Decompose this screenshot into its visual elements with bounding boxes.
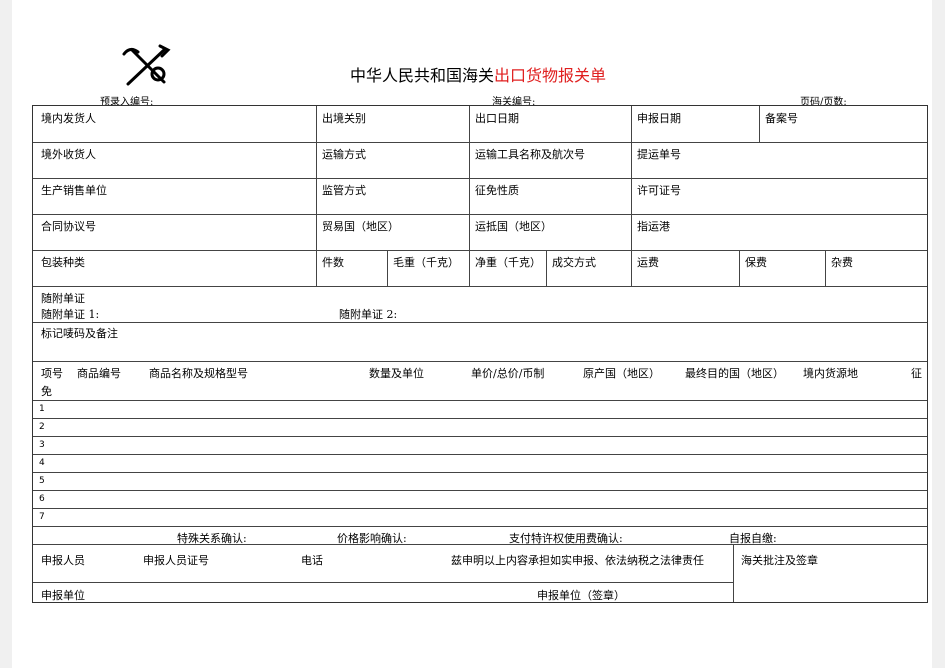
item-row-number: 1 <box>39 404 45 414</box>
overseas-consignee-label: 境外收货人 <box>41 148 96 161</box>
marks-remarks-label: 标记唛码及备注 <box>41 327 118 340</box>
attached-doc-2-label: 随附单证 2: <box>339 308 398 321</box>
attached-docs-label: 随附单证 <box>41 292 85 305</box>
domestic-source-header: 境内货源地 <box>803 367 858 380</box>
transport-vessel-label: 运输工具名称及航次号 <box>475 148 585 161</box>
item-row-number: 5 <box>39 476 45 486</box>
contract-number-label: 合同协议号 <box>41 220 96 233</box>
special-relation-label: 特殊关系确认: <box>177 532 247 545</box>
customs-emblem-icon <box>122 44 171 86</box>
package-type-label: 包装种类 <box>41 256 85 269</box>
attached-doc-1-label: 随附单证 1: <box>41 308 100 321</box>
declarant-label: 申报人员 <box>41 554 85 567</box>
title-main: 中华人民共和国海关 <box>350 66 495 85</box>
declaration-table: 境内发货人 出境关别 出口日期 申报日期 备案号 境外收货人 运输方式 运输工具… <box>32 105 928 603</box>
declaring-unit-label: 申报单位 <box>41 589 85 602</box>
net-weight-label: 净重（千克） <box>475 256 541 269</box>
quantity-unit-header: 数量及单位 <box>369 367 424 380</box>
destination-country-label: 运抵国（地区） <box>475 220 552 233</box>
license-number-label: 许可证号 <box>637 184 681 197</box>
form-title: 中华人民共和国海关出口货物报关单 <box>350 62 606 86</box>
gross-weight-label: 毛重（千克） <box>393 256 459 269</box>
origin-country-header: 原产国（地区） <box>583 367 660 380</box>
declarant-id-label: 申报人员证号 <box>143 554 209 567</box>
insurance-label: 保费 <box>745 256 767 269</box>
item-no-header: 项号 <box>41 367 63 380</box>
title-form-type: 出口货物报关单 <box>494 66 607 85</box>
destination-port-label: 指运港 <box>637 220 670 233</box>
trade-country-label: 贸易国（地区） <box>322 220 399 233</box>
goods-name-header: 商品名称及规格型号 <box>149 367 248 380</box>
self-declare-label: 自报自缴: <box>729 532 777 545</box>
declaring-unit-seal-label: 申报单位（签章） <box>537 589 625 602</box>
record-number-label: 备案号 <box>765 112 798 125</box>
royalty-payment-label: 支付特许权使用费确认: <box>509 532 623 545</box>
item-row-number: 6 <box>39 494 45 504</box>
phone-label: 电话 <box>301 554 323 567</box>
exempt-header: 免 <box>41 385 52 398</box>
liability-statement: 兹申明以上内容承担如实申报、依法纳税之法律责任 <box>451 554 704 567</box>
domestic-consignor-label: 境内发货人 <box>41 112 96 125</box>
export-date-label: 出口日期 <box>475 112 519 125</box>
item-row-number: 3 <box>39 440 45 450</box>
freight-label: 运费 <box>637 256 659 269</box>
item-row-number: 4 <box>39 458 45 468</box>
transaction-mode-label: 成交方式 <box>552 256 596 269</box>
levy-exemption-label: 征免性质 <box>475 184 519 197</box>
item-row-number: 2 <box>39 422 45 432</box>
exit-port-label: 出境关别 <box>322 112 366 125</box>
goods-code-header: 商品编号 <box>77 367 121 380</box>
item-row-number: 7 <box>39 512 45 522</box>
declaration-date-label: 申报日期 <box>637 112 681 125</box>
bill-of-lading-label: 提运单号 <box>637 148 681 161</box>
misc-charges-label: 杂费 <box>831 256 853 269</box>
transport-mode-label: 运输方式 <box>322 148 366 161</box>
final-destination-header: 最终目的国（地区） <box>685 367 784 380</box>
customs-endorsement-label: 海关批注及签章 <box>741 554 818 567</box>
pieces-label: 件数 <box>322 256 344 269</box>
levy-header: 征 <box>911 367 922 380</box>
price-currency-header: 单价/总价/币制 <box>471 367 545 380</box>
producer-seller-label: 生产销售单位 <box>41 184 107 197</box>
supervision-mode-label: 监管方式 <box>322 184 366 197</box>
price-influence-label: 价格影响确认: <box>337 532 407 545</box>
